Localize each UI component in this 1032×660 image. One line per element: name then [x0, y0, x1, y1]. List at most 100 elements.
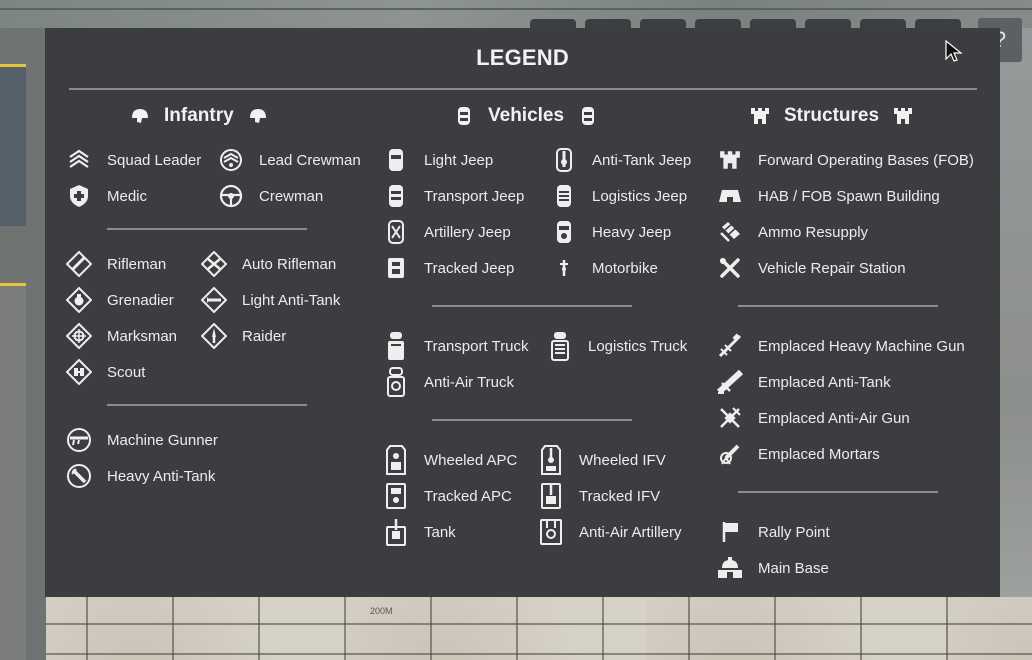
legend-item-tracked-ifv: Tracked IFV: [537, 483, 660, 509]
map-top-line: [0, 8, 1032, 10]
tower-icon: [894, 108, 913, 124]
item-label: Artillery Jeep: [424, 223, 511, 241]
binoculars-diamond-icon: [65, 359, 93, 385]
motorbike-icon: [550, 256, 578, 280]
machine-gun-circle-icon: [65, 428, 93, 452]
heavy-jeep-icon: [550, 220, 578, 244]
legend-item-light-anti-tank: Light Anti-Tank: [200, 287, 341, 313]
item-label: Heavy Anti-Tank: [107, 467, 216, 485]
knife-diamond-icon: [200, 323, 228, 349]
legend-title: LEGEND: [476, 45, 569, 70]
legend-item-transport-jeep: Transport Jeep: [382, 184, 524, 208]
jeep-icon: [382, 148, 410, 172]
tracked-ifv-icon: [537, 483, 565, 509]
legend-item-rally-point: Rally Point: [716, 520, 830, 544]
emplaced-machine-gun-icon: [716, 333, 744, 358]
spawn-building-icon: [716, 184, 744, 208]
category-vehicles: Vehicles: [454, 104, 598, 128]
item-label: Rally Point: [758, 523, 830, 541]
legend-item-motorbike: Motorbike: [550, 256, 658, 280]
section-divider: [432, 419, 632, 421]
legend-item-auto-rifleman: Auto Rifleman: [200, 251, 336, 277]
transport-jeep-icon: [382, 184, 410, 208]
legend-item-lead-crewman: Lead Crewman: [217, 148, 361, 172]
wrench-screwdriver-icon: [716, 256, 744, 280]
item-label: Vehicle Repair Station: [758, 259, 906, 277]
emplaced-anti-air-icon: [716, 406, 744, 430]
heavy-launcher-circle-icon: [65, 464, 93, 488]
item-label: Ammo Resupply: [758, 223, 869, 241]
left-hud-accent: [0, 64, 26, 67]
legend-item-emplaced-mortars: Emplaced Mortars: [716, 442, 880, 466]
section-divider: [738, 305, 938, 307]
map-scale-label: 200M: [370, 606, 393, 616]
left-hud-column: [0, 286, 26, 660]
section-divider: [432, 305, 632, 307]
legend-item-emplaced-aa: Emplaced Anti-Air Gun: [716, 406, 910, 430]
item-label: Tracked APC: [424, 487, 512, 505]
rifle-diamond-icon: [65, 251, 93, 277]
crosshair-diamond-icon: [65, 323, 93, 349]
item-label: Medic: [107, 187, 148, 205]
legend-item-grenadier: Grenadier: [65, 287, 174, 313]
legend-item-emplaced-hmg: Emplaced Heavy Machine Gun: [716, 333, 965, 358]
mortar-icon: [716, 442, 744, 466]
anti-air-truck-icon: [382, 367, 410, 397]
vehicle-icon: [458, 107, 470, 125]
legend-item-marksman: Marksman: [65, 323, 178, 349]
wheeled-ifv-icon: [537, 445, 565, 475]
legend-item-fob: Forward Operating Bases (FOB): [716, 148, 974, 172]
item-label: Tracked Jeep: [424, 259, 515, 277]
tracked-jeep-icon: [382, 256, 410, 280]
legend-item-logistics-jeep: Logistics Jeep: [550, 184, 687, 208]
section-divider: [107, 404, 307, 406]
category-structures: Structures: [750, 104, 913, 128]
map-view[interactable]: [46, 597, 1032, 660]
logistics-truck-icon: [546, 332, 574, 361]
left-hud-inner: [0, 66, 26, 226]
steering-wheel-icon: [217, 184, 245, 208]
anti-tank-jeep-icon: [550, 148, 578, 172]
truck-icon: [382, 332, 410, 360]
legend-item-medic: Medic: [65, 184, 147, 208]
logistics-jeep-icon: [550, 184, 578, 208]
item-label: Tank: [424, 523, 456, 541]
wheeled-apc-icon: [382, 445, 410, 475]
legend-item-raider: Raider: [200, 323, 286, 349]
legend-item-machine-gunner: Machine Gunner: [65, 428, 218, 452]
item-label: Logistics Jeep: [592, 187, 688, 205]
legend-item-anti-tank-jeep: Anti-Tank Jeep: [550, 148, 691, 172]
main-base-icon: [716, 556, 744, 580]
item-label: Machine Gunner: [107, 431, 218, 449]
legend-item-squad-leader: Squad Leader: [65, 148, 201, 172]
helmet-icon: [249, 109, 266, 123]
item-label: Emplaced Mortars: [758, 445, 880, 463]
item-label: Emplaced Anti-Air Gun: [758, 409, 910, 427]
legend-item-heavy-jeep: Heavy Jeep: [550, 220, 671, 244]
legend-item-tracked-jeep: Tracked Jeep: [382, 256, 514, 280]
category-label: Infantry: [164, 105, 234, 126]
item-label: Light Anti-Tank: [242, 291, 341, 309]
item-label: Anti-Air Artillery: [579, 523, 682, 541]
anti-air-artillery-icon: [537, 519, 565, 545]
legend-item-transport-truck: Transport Truck: [382, 332, 529, 360]
legend-item-emplaced-at: Emplaced Anti-Tank: [716, 369, 891, 395]
item-label: Logistics Truck: [588, 337, 688, 355]
legend-item-main-base: Main Base: [716, 556, 829, 580]
legend-panel: LEGEND Infantry Vehicles Structures Squa…: [45, 28, 1000, 597]
legend-item-tank: Tank: [382, 519, 456, 546]
item-label: Forward Operating Bases (FOB): [758, 151, 974, 169]
item-label: Wheeled APC: [424, 451, 518, 469]
item-label: Light Jeep: [424, 151, 494, 169]
tank-icon: [382, 519, 410, 546]
legend-item-tracked-apc: Tracked APC: [382, 483, 512, 509]
launcher-diamond-icon: [200, 287, 228, 313]
legend-item-anti-air-artillery: Anti-Air Artillery: [537, 519, 682, 545]
category-label: Vehicles: [488, 105, 565, 126]
item-label: Marksman: [107, 327, 178, 345]
item-label: Transport Jeep: [424, 187, 525, 205]
flag-icon: [716, 520, 744, 544]
item-label: Crewman: [259, 187, 324, 205]
item-label: Main Base: [758, 559, 829, 577]
item-label: Transport Truck: [424, 337, 529, 355]
